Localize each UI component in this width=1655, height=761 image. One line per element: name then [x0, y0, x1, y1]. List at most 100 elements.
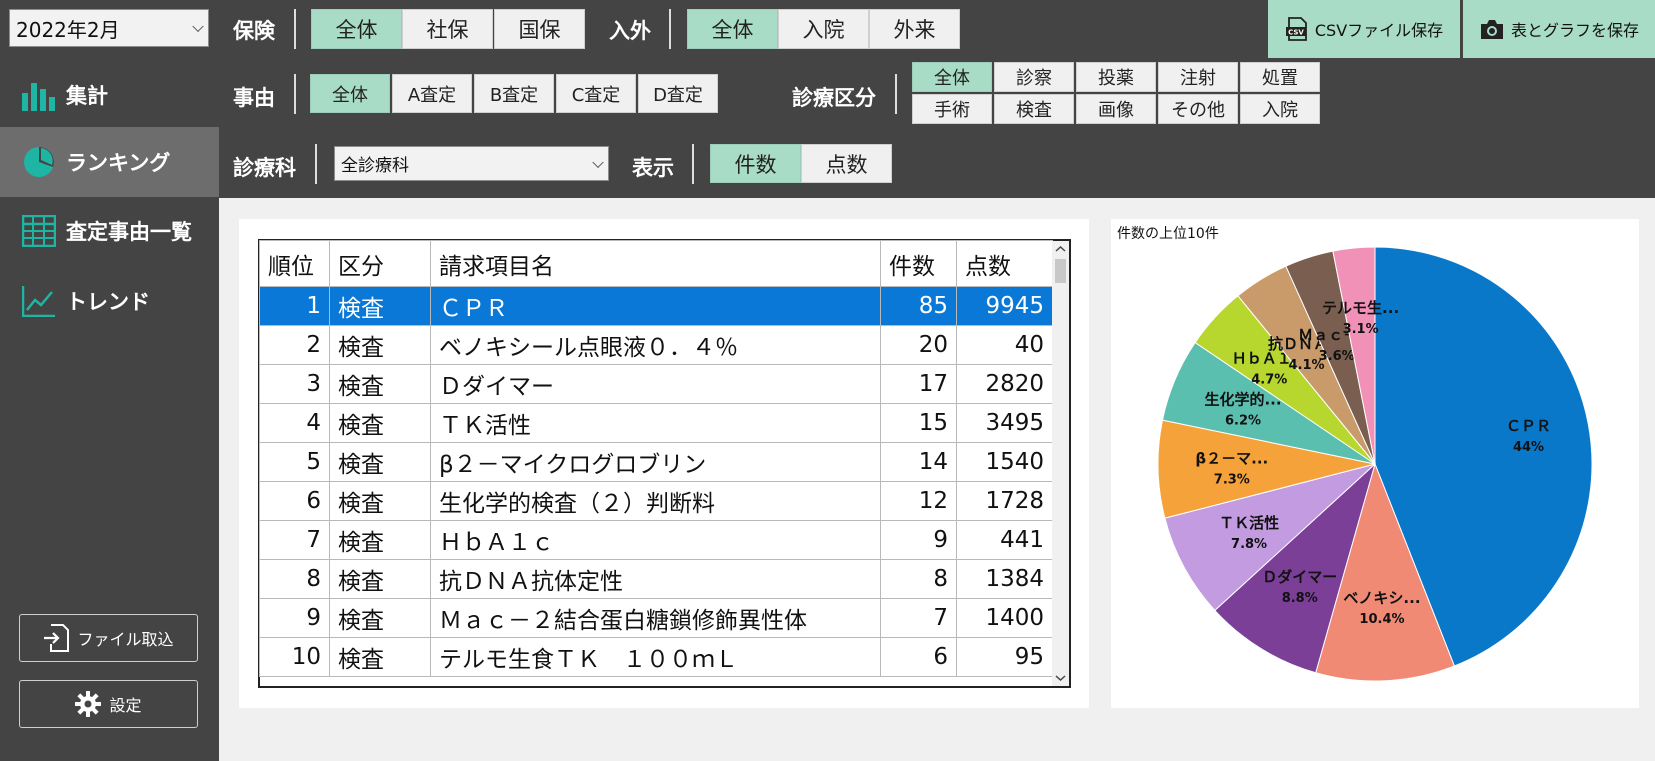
- dept-label: 診療科: [233, 156, 296, 180]
- display-count-button[interactable]: 件数: [710, 144, 801, 183]
- points-cell: 95: [956, 637, 1053, 677]
- inout-outpatient-button[interactable]: 外来: [869, 9, 960, 49]
- col-item-name[interactable]: 請求項目名: [430, 240, 881, 287]
- period-select[interactable]: 2022年2月: [9, 9, 209, 47]
- reason-d-button[interactable]: D査定: [638, 74, 718, 113]
- scrollbar-thumb[interactable]: [1055, 259, 1066, 283]
- col-count[interactable]: 件数: [880, 240, 957, 287]
- count-cell: 15: [880, 403, 957, 443]
- rank-cell: 6: [259, 481, 330, 521]
- count-cell: 9: [880, 520, 957, 560]
- rank-cell: 2: [259, 325, 330, 365]
- nav-reason-list[interactable]: 査定事由一覧: [0, 196, 219, 266]
- col-rank[interactable]: 順位: [259, 240, 330, 287]
- points-cell: 2820: [956, 364, 1053, 404]
- count-cell: 12: [880, 481, 957, 521]
- inout-all-button[interactable]: 全体: [687, 9, 778, 49]
- inout-label: 入外: [609, 19, 651, 43]
- item-name-cell: テルモ生食ＴＫ １００ｍＬ: [430, 637, 881, 677]
- table-row[interactable]: 4 検査 ＴＫ活性 15 3495: [259, 403, 1053, 443]
- col-category[interactable]: 区分: [329, 240, 431, 287]
- count-cell: 7: [880, 598, 957, 638]
- rank-cell: 8: [259, 559, 330, 599]
- display-points-button[interactable]: 点数: [801, 144, 892, 183]
- divider: [669, 9, 671, 49]
- insurance-label: 保険: [233, 19, 275, 43]
- nav-ranking-label: ランキング: [66, 151, 171, 175]
- table-row[interactable]: 5 検査 β２－マイクログロブリン 14 1540: [259, 442, 1053, 482]
- nav-summary[interactable]: 集計: [0, 60, 219, 130]
- category-shujutsu-button[interactable]: 手術: [912, 94, 992, 124]
- scroll-up-icon[interactable]: [1052, 242, 1069, 256]
- inout-inpatient-button[interactable]: 入院: [778, 9, 869, 49]
- count-cell: 20: [880, 325, 957, 365]
- category-all-button[interactable]: 全体: [912, 62, 992, 92]
- display-label: 表示: [632, 156, 674, 180]
- category-touyaku-button[interactable]: 投薬: [1076, 62, 1156, 92]
- category-shochi-button[interactable]: 処置: [1240, 62, 1320, 92]
- table-row[interactable]: 8 検査 抗ＤＮＡ抗体定性 8 1384: [259, 559, 1053, 599]
- item-name-cell: Ｍａｃ－２結合蛋白糖鎖修飾異性体: [430, 598, 881, 638]
- divider: [895, 74, 897, 114]
- table-row[interactable]: 10 検査 テルモ生食ＴＫ １００ｍＬ 6 95: [259, 637, 1053, 677]
- table-scrollbar[interactable]: [1052, 241, 1069, 686]
- insurance-kokuho-button[interactable]: 国保: [494, 9, 585, 49]
- item-name-cell: ＨｂＡ１ｃ: [430, 520, 881, 560]
- chevron-down-icon: [192, 20, 204, 33]
- category-shinsatsu-button[interactable]: 診察: [994, 62, 1074, 92]
- dept-select[interactable]: 全診療科: [334, 146, 609, 181]
- category-cell: 検査: [329, 286, 431, 326]
- reason-a-button[interactable]: A査定: [392, 74, 472, 113]
- category-chusha-button[interactable]: 注射: [1158, 62, 1238, 92]
- csv-save-button[interactable]: CSV CSVファイル保存: [1268, 0, 1460, 58]
- category-nyuin-button[interactable]: 入院: [1240, 94, 1320, 124]
- item-name-cell: 抗ＤＮＡ抗体定性: [430, 559, 881, 599]
- import-file-button[interactable]: ファイル取込: [19, 614, 198, 662]
- file-import-icon: [44, 624, 70, 652]
- category-kensa-button[interactable]: 検査: [994, 94, 1074, 124]
- nav-ranking[interactable]: ランキング: [0, 127, 219, 197]
- save-table-graph-label: 表とグラフを保存: [1510, 21, 1639, 40]
- save-table-graph-button[interactable]: 表とグラフを保存: [1463, 0, 1655, 58]
- table-header: 順位 区分 請求項目名 件数 点数: [259, 240, 1053, 287]
- category-cell: 検査: [329, 325, 431, 365]
- reason-b-button[interactable]: B査定: [474, 74, 554, 113]
- count-cell: 17: [880, 364, 957, 404]
- table-row[interactable]: 6 検査 生化学的検査（２）判断料 12 1728: [259, 481, 1053, 521]
- category-cell: 検査: [329, 442, 431, 482]
- scroll-down-icon[interactable]: [1052, 671, 1069, 685]
- category-cell: 検査: [329, 520, 431, 560]
- insurance-shaho-button[interactable]: 社保: [402, 9, 493, 49]
- settings-button[interactable]: 設定: [19, 680, 198, 728]
- table-icon: [22, 215, 56, 247]
- category-gazou-button[interactable]: 画像: [1076, 94, 1156, 124]
- insurance-all-button[interactable]: 全体: [311, 9, 402, 49]
- pie-chart-icon: [24, 147, 54, 177]
- rank-cell: 9: [259, 598, 330, 638]
- rank-cell: 5: [259, 442, 330, 482]
- item-name-cell: ＣＰＲ: [430, 286, 881, 326]
- rank-cell: 10: [259, 637, 330, 677]
- divider: [692, 144, 694, 184]
- nav-reason-list-label: 査定事由一覧: [66, 220, 192, 244]
- table-row[interactable]: 1 検査 ＣＰＲ 85 9945: [259, 286, 1053, 326]
- table-row[interactable]: 3 検査 Ｄダイマー 17 2820: [259, 364, 1053, 404]
- ranking-table: 順位 区分 請求項目名 件数 点数 1 検査 ＣＰＲ 85 9945 2 検査 ベノキシール点…: [259, 240, 1053, 677]
- category-other-button[interactable]: その他: [1158, 94, 1238, 124]
- table-row[interactable]: 7 検査 ＨｂＡ１ｃ 9 441: [259, 520, 1053, 560]
- points-cell: 1384: [956, 559, 1053, 599]
- table-row[interactable]: 2 検査 ベノキシール点眼液０．４％ 20 40: [259, 325, 1053, 365]
- col-points[interactable]: 点数: [956, 240, 1053, 287]
- nav-trend[interactable]: トレンド: [0, 266, 219, 336]
- category-cell: 検査: [329, 598, 431, 638]
- reason-all-button[interactable]: 全体: [310, 74, 390, 113]
- divider: [294, 74, 296, 114]
- rank-cell: 1: [259, 286, 330, 326]
- chevron-down-icon: [592, 156, 604, 168]
- category-label: 診療区分: [792, 86, 876, 110]
- points-cell: 3495: [956, 403, 1053, 443]
- reason-c-button[interactable]: C査定: [556, 74, 636, 113]
- table-row[interactable]: 9 検査 Ｍａｃ－２結合蛋白糖鎖修飾異性体 7 1400: [259, 598, 1053, 638]
- nav-summary-label: 集計: [66, 84, 108, 108]
- csv-icon-text: CSV: [1288, 29, 1304, 37]
